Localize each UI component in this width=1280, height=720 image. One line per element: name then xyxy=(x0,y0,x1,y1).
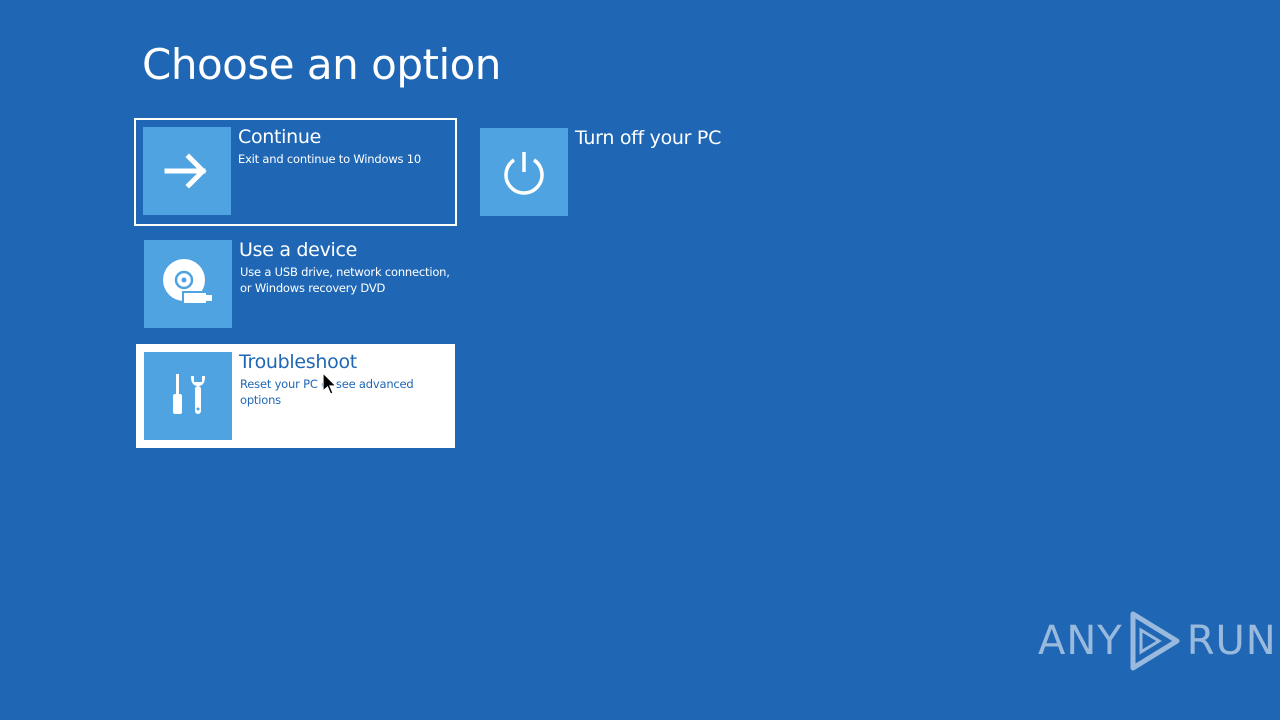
troubleshoot-description: Reset your PC or see advanced options xyxy=(240,377,414,407)
play-logo-icon xyxy=(1130,611,1180,671)
use-a-device-label: Use a device xyxy=(239,239,358,261)
turn-off-pc-label: Turn off your PC xyxy=(575,127,722,149)
use-a-device-icon-tile xyxy=(144,240,232,328)
tools-icon xyxy=(173,374,206,414)
page-title: Choose an option xyxy=(142,40,501,89)
power-icon xyxy=(504,152,544,195)
continue-icon-tile xyxy=(143,127,231,215)
continue-label: Continue xyxy=(238,126,322,148)
continue-option[interactable]: Continue Exit and continue to Windows 10 xyxy=(134,118,457,226)
mouse-cursor-icon xyxy=(322,372,338,395)
troubleshoot-option[interactable]: Troubleshoot Reset your PC or see advanc… xyxy=(136,344,455,448)
disc-usb-icon xyxy=(163,259,212,305)
troubleshoot-label: Troubleshoot xyxy=(239,351,357,373)
continue-description: Exit and continue to Windows 10 xyxy=(238,152,422,166)
use-a-device-description: Use a USB drive, network connection, or … xyxy=(240,265,450,295)
turn-off-pc-option[interactable]: Turn off your PC xyxy=(472,120,772,224)
arrow-right-icon xyxy=(164,153,207,189)
troubleshoot-icon-tile xyxy=(144,352,232,440)
use-a-device-option[interactable]: Use a device Use a USB drive, network co… xyxy=(136,232,456,336)
turn-off-pc-icon-tile xyxy=(480,128,568,216)
watermark-left-text: ANY xyxy=(1038,618,1123,664)
anyrun-watermark: ANY RUN xyxy=(1038,608,1277,674)
watermark-right-text: RUN xyxy=(1186,618,1277,664)
